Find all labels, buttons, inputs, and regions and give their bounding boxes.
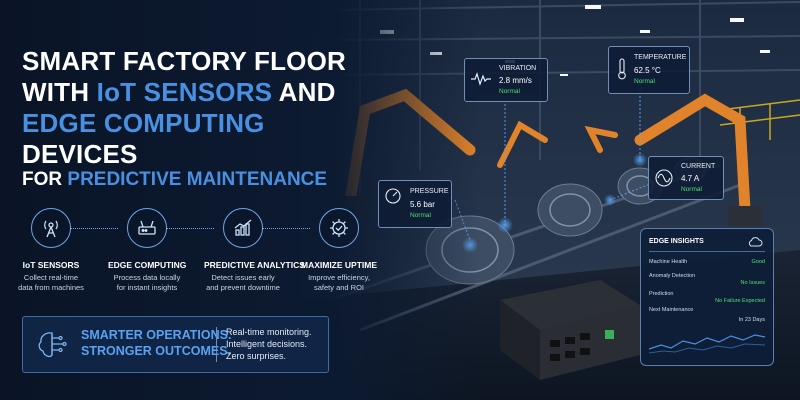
subtitle: FOR PREDICTIVE MAINTENANCE <box>22 169 327 191</box>
sensor-label: CURRENT <box>681 163 716 170</box>
sensor-status: Normal <box>410 212 431 219</box>
chart-icon <box>223 208 263 248</box>
feature-title: PREDICTIVE ANALYTICS <box>204 260 305 270</box>
feature-desc: Collect real-time data from machines <box>18 273 84 292</box>
title-edge-computing: EDGE COMPUTING <box>22 108 265 138</box>
title-iot-sensors: IoT SENSORS <box>96 77 273 107</box>
infographic: SMART FACTORY FLOOR WITH IoT SENSORS AND… <box>0 0 800 400</box>
feature-edge-computing: EDGE COMPUTING Process data locally for i… <box>108 208 186 293</box>
feature-title: MAXIMIZE UPTIME <box>300 260 378 270</box>
page-title: SMART FACTORY FLOOR WITH IoT SENSORS AND… <box>22 46 362 170</box>
banner-text: Real-time monitoring. Intelligent decisio… <box>226 327 312 361</box>
outcome-banner: SMARTER OPERATIONS. STRONGER OUTCOMES. Re… <box>22 316 329 373</box>
insight-row: Machine Health Good <box>649 259 765 265</box>
panel-title: EDGE INSIGHTS <box>649 238 704 245</box>
feature-title: EDGE COMPUTING <box>108 260 187 270</box>
thermometer-icon <box>618 58 626 80</box>
feature-iot-sensors: IoT SENSORS Collect real-time data from m… <box>12 208 90 293</box>
trend-sparkline <box>649 334 765 354</box>
sensor-status: Normal <box>634 78 655 85</box>
sensor-status: Normal <box>681 186 702 193</box>
title-line1: SMART FACTORY FLOOR <box>22 46 346 76</box>
sensor-label: VIBRATION <box>499 65 537 72</box>
sensor-value: 5.6 bar <box>410 200 435 209</box>
banner-headline: SMARTER OPERATIONS. STRONGER OUTCOMES. <box>81 328 232 358</box>
brain-circuit-icon <box>35 329 69 366</box>
feature-maximize-uptime: MAXIMIZE UPTIME Improve efficiency, safet… <box>300 208 378 293</box>
feature-predictive-analytics: PREDICTIVE ANALYTICS Detect issues early… <box>204 208 305 293</box>
title-line2-post: AND <box>272 77 336 107</box>
feature-desc: Improve efficiency, safety and ROI <box>308 273 370 292</box>
sensor-value: 62.5 °C <box>634 66 661 75</box>
insight-row: Anomaly Detection No Issues <box>649 273 765 286</box>
waveform-icon <box>471 72 491 86</box>
panel-divider <box>649 251 765 252</box>
sensor-card-current: CURRENT 4.7 A Normal <box>648 156 724 200</box>
insight-row: Next Maintenance In 23 Days <box>649 307 765 323</box>
subtitle-highlight: PREDICTIVE MAINTENANCE <box>67 169 328 190</box>
feature-desc: Detect issues early and prevent downtime <box>206 273 280 292</box>
antenna-icon <box>31 208 71 248</box>
sensor-label: PRESSURE <box>410 188 449 195</box>
sensor-status: Normal <box>499 88 520 95</box>
feature-title: IoT SENSORS <box>22 260 80 270</box>
cloud-icon <box>748 237 763 247</box>
sensor-label: TEMPERATURE <box>634 54 687 61</box>
sensor-value: 2.8 mm/s <box>499 76 532 85</box>
title-line2-pre: WITH <box>22 77 97 107</box>
sine-wave-icon <box>655 169 673 187</box>
banner-divider <box>216 327 217 362</box>
router-icon <box>127 208 167 248</box>
sensor-card-temperature: TEMPERATURE 62.5 °C Normal <box>608 46 690 94</box>
edge-insights-panel: EDGE INSIGHTS Machine Health Good Anomaly… <box>640 228 774 366</box>
sensor-card-vibration: VIBRATION 2.8 mm/s Normal <box>464 58 548 102</box>
insight-row: Prediction No Failure Expected <box>649 291 765 304</box>
title-line3-post: DEVICES <box>22 139 138 169</box>
gear-check-icon <box>319 208 359 248</box>
subtitle-pre: FOR <box>22 169 68 190</box>
feature-desc: Process data locally for instant insights <box>113 273 181 292</box>
sensor-value: 4.7 A <box>681 174 700 183</box>
sensor-card-pressure: PRESSURE 5.6 bar Normal <box>378 180 452 228</box>
gauge-icon <box>385 188 401 204</box>
